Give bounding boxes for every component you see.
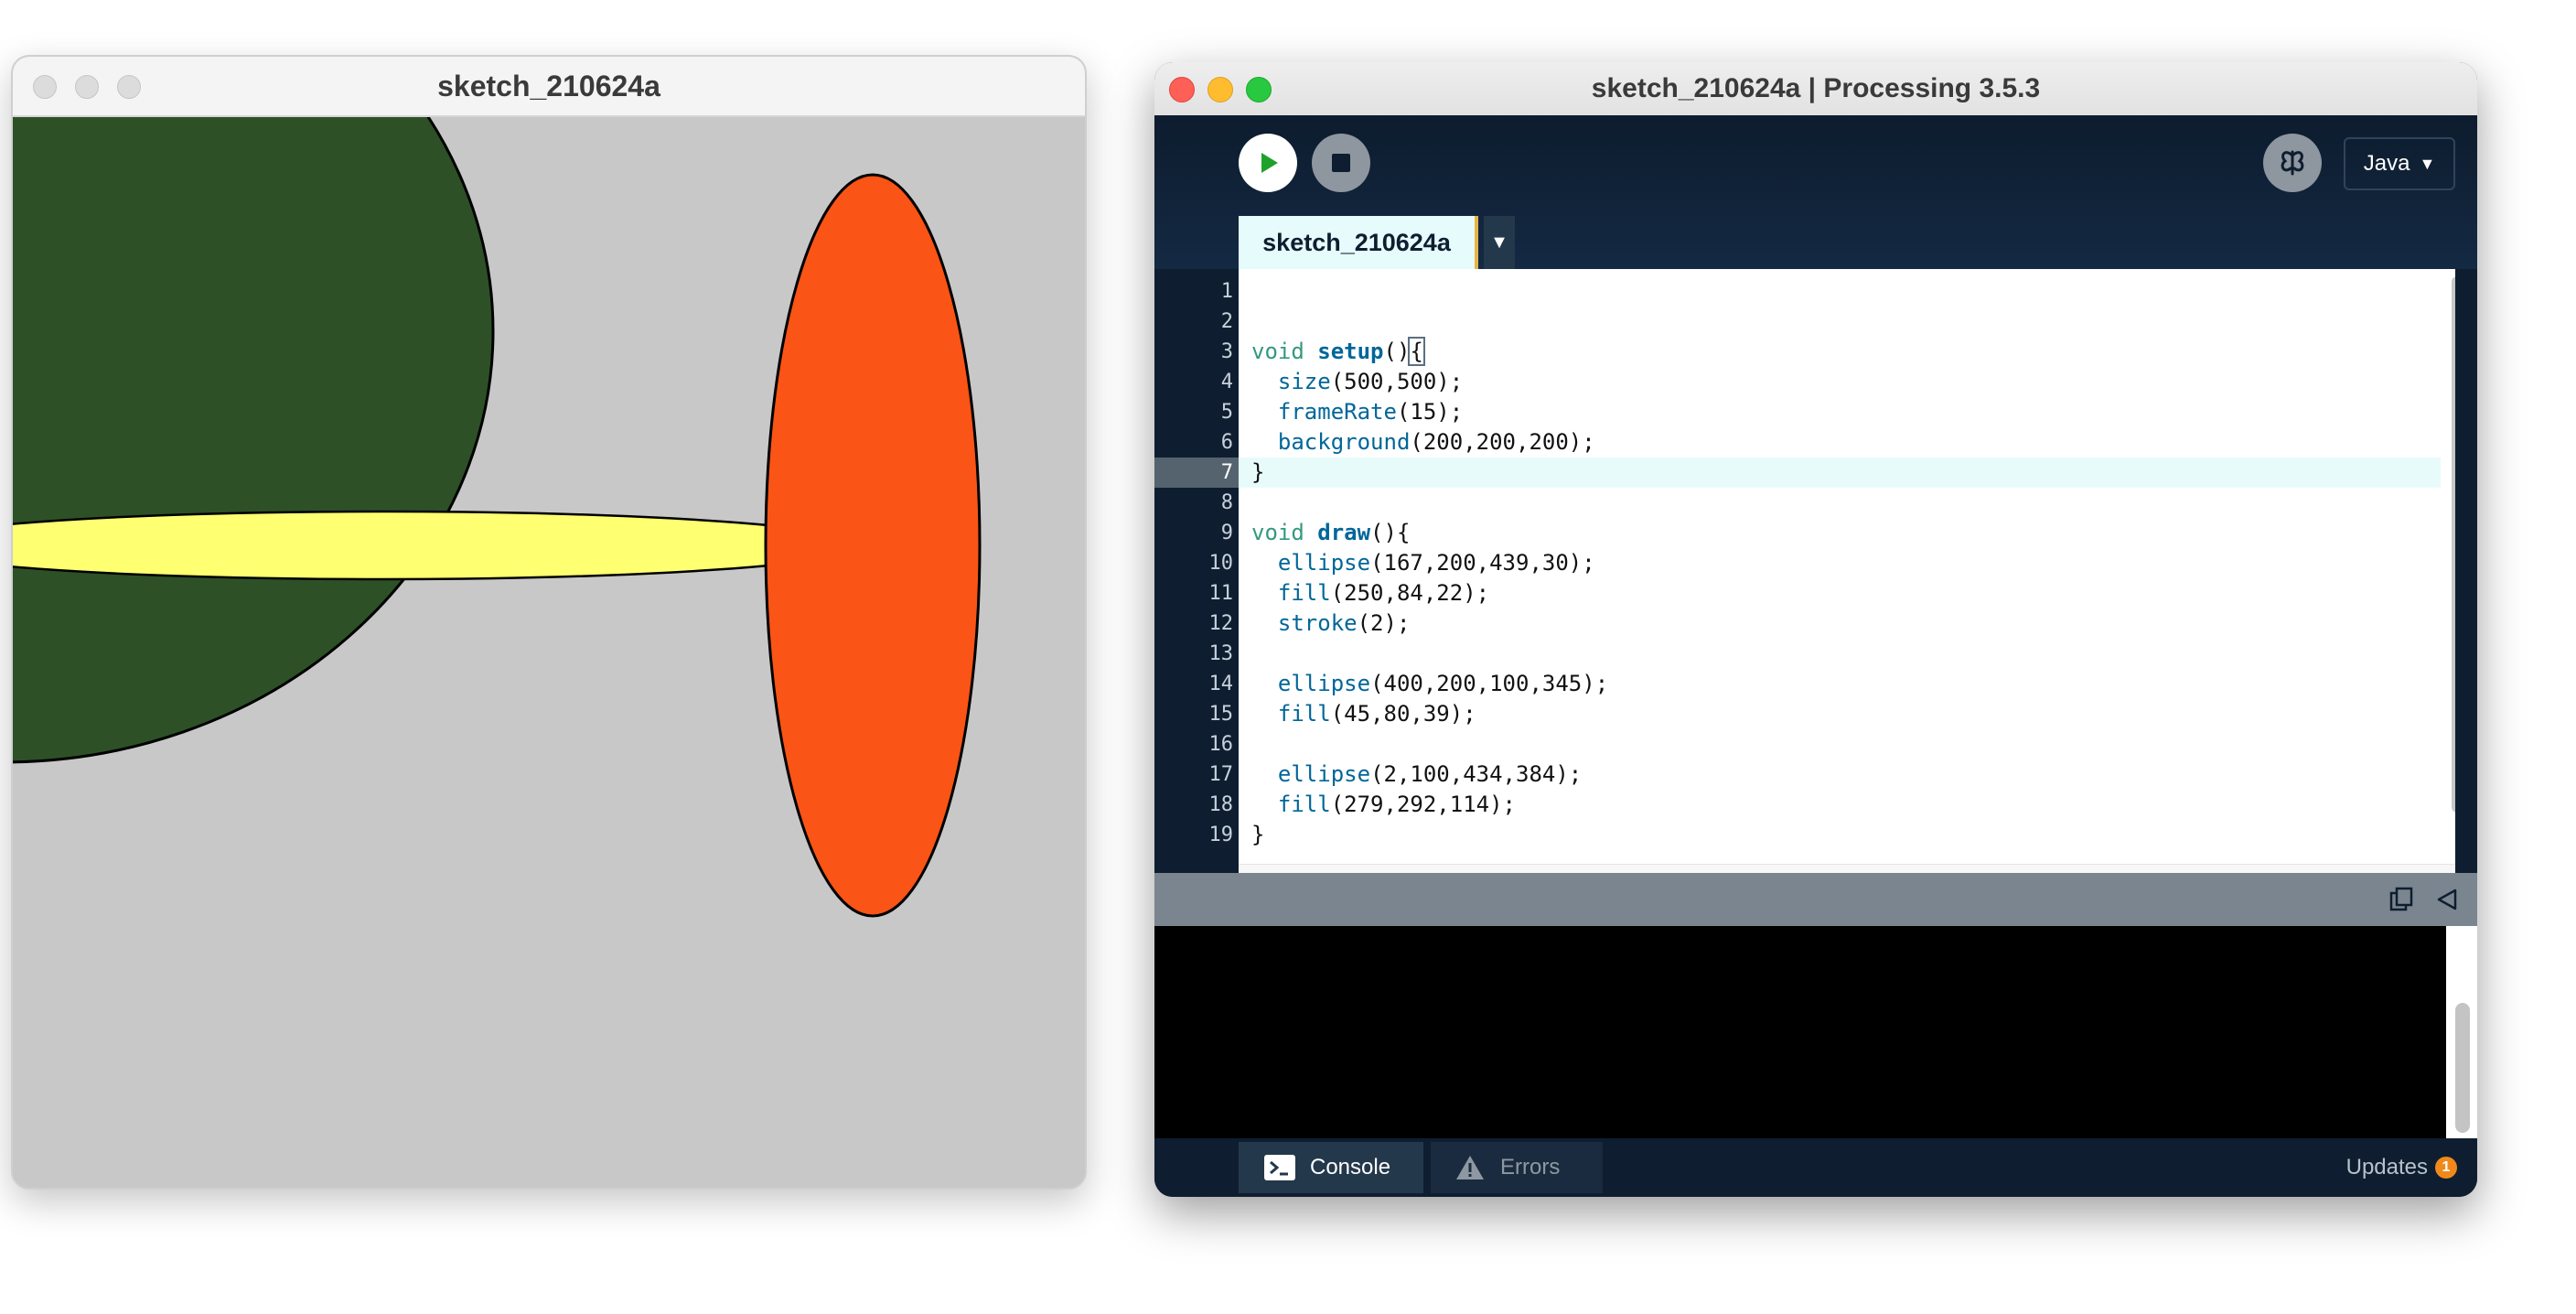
line-number: 15 xyxy=(1208,703,1234,726)
mode-selector[interactable]: Java ▼ xyxy=(2344,137,2455,190)
code-line: fill(279,292,114); xyxy=(1277,792,1516,817)
stop-button[interactable] xyxy=(1312,134,1370,192)
play-icon xyxy=(1261,153,1278,173)
line-number: 12 xyxy=(1208,612,1234,635)
line-number: 13 xyxy=(1208,642,1234,665)
code-line: size(500,500); xyxy=(1277,369,1464,394)
line-number: 3 xyxy=(1220,340,1233,363)
tab-sketch[interactable]: sketch_210624a xyxy=(1239,216,1478,269)
code-line: background(200,200,200); xyxy=(1277,429,1595,455)
line-number: 4 xyxy=(1220,371,1233,393)
warning-icon xyxy=(1456,1156,1484,1179)
code-line: ellipse(400,200,100,345); xyxy=(1277,671,1609,696)
console-scrollbar[interactable] xyxy=(2455,1003,2470,1133)
line-number: 19 xyxy=(1208,824,1234,846)
sketch-output-window: sketch_210624a xyxy=(11,55,1087,1190)
line-number: 6 xyxy=(1220,431,1233,454)
sketch-window-title: sketch_210624a xyxy=(437,70,660,102)
console-header xyxy=(1154,873,2477,926)
line-number: 1 xyxy=(1220,280,1233,303)
code-line: } xyxy=(1251,822,1265,847)
tab-menu-button[interactable]: ▼ xyxy=(1484,216,1515,269)
line-number: 11 xyxy=(1208,582,1234,605)
code-line: void draw(){ xyxy=(1251,520,1411,545)
sketch-canvas xyxy=(13,117,1085,1188)
code-line: frameRate(15); xyxy=(1277,399,1464,425)
updates-count-badge: 1 xyxy=(2435,1157,2457,1179)
copy-icon[interactable] xyxy=(2388,886,2415,913)
processing-ide-window: sketch_210624a | Processing 3.5.3 Java ▼… xyxy=(1154,62,2477,1197)
yellow-ellipse xyxy=(13,510,864,581)
line-number: 8 xyxy=(1220,491,1233,514)
errors-tab-label: Errors xyxy=(1500,1155,1561,1179)
line-number: 16 xyxy=(1208,733,1234,756)
line-number: 17 xyxy=(1208,763,1234,786)
code-line: void setup(){ xyxy=(1251,337,1425,366)
code-line: stroke(2); xyxy=(1277,610,1411,636)
line-number: 9 xyxy=(1220,522,1233,544)
ide-window-title: sketch_210624a | Processing 3.5.3 xyxy=(1591,73,2041,103)
code-editor[interactable]: void setup(){ size(500,500); frameRate(1… xyxy=(1239,269,2455,910)
line-number: 18 xyxy=(1208,793,1234,816)
line-number: 2 xyxy=(1220,310,1233,333)
stop-icon xyxy=(1332,154,1350,172)
line-number: 14 xyxy=(1208,673,1234,695)
console-output xyxy=(1154,926,2446,1138)
ide-titlebar: sketch_210624a | Processing 3.5.3 xyxy=(1154,62,2477,116)
code-line: ellipse(2,100,434,384); xyxy=(1277,761,1583,787)
updates-label: Updates xyxy=(2345,1155,2428,1179)
sketch-titlebar: sketch_210624a xyxy=(13,57,1085,117)
line-number-gutter: 1 2 3 4 5 6 7 8 9 10 11 12 13 14 15 16 17 18 19 xyxy=(1154,269,1239,910)
butterfly-icon xyxy=(2281,150,2304,176)
code-line: fill(250,84,22); xyxy=(1277,580,1490,606)
console-tab[interactable]: Console xyxy=(1239,1142,1423,1193)
orange-ellipse xyxy=(764,173,982,918)
code-line: fill(45,80,39); xyxy=(1277,701,1476,727)
terminal-icon xyxy=(1264,1155,1295,1180)
code-line: } xyxy=(1239,458,2441,488)
ide-footer: Console Errors Updates 1 xyxy=(1154,1138,2477,1197)
collapse-console-icon[interactable] xyxy=(2433,886,2461,913)
chevron-down-icon: ▼ xyxy=(2419,154,2436,173)
updates-link[interactable]: Updates 1 xyxy=(2346,1155,2457,1180)
run-button[interactable] xyxy=(1239,134,1297,192)
debug-button[interactable] xyxy=(2263,134,2322,192)
errors-tab[interactable]: Errors xyxy=(1431,1142,1603,1193)
chevron-down-icon: ▼ xyxy=(1490,232,1508,253)
line-number: 5 xyxy=(1220,401,1233,424)
line-number: 10 xyxy=(1208,552,1234,575)
line-number: 7 xyxy=(1154,458,1239,488)
console-tab-label: Console xyxy=(1310,1155,1391,1179)
editor-scroll-track xyxy=(2455,269,2477,910)
mode-label: Java xyxy=(2363,151,2410,176)
code-line: ellipse(167,200,439,30); xyxy=(1277,550,1595,576)
console-scroll-track xyxy=(2446,926,2477,1138)
